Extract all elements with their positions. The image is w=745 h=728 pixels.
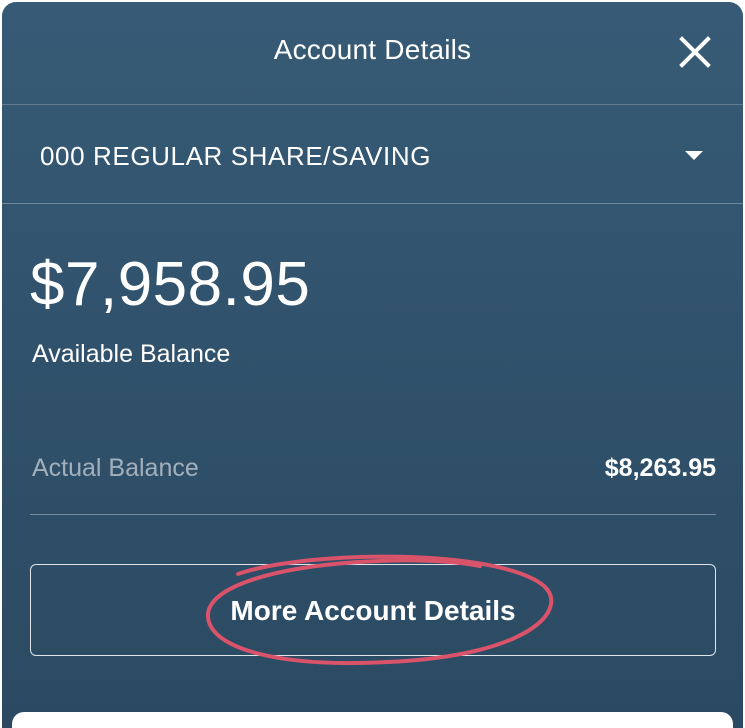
actual-balance-row: Actual Balance $8,263.95 [30,442,716,515]
available-balance-amount: $7,958.95 [30,250,311,319]
actual-balance-label: Actual Balance [32,454,199,482]
close-button[interactable] [669,26,721,78]
close-icon [679,36,711,68]
bottom-card-edge [12,712,733,728]
modal-title: Account Details [273,34,472,65]
selected-account-label: 000 REGULAR SHARE/SAVING [40,141,432,171]
modal-header: Account Details [2,2,743,105]
account-selector-dropdown[interactable]: 000 REGULAR SHARE/SAVING [2,105,743,204]
more-account-details-label: More Account Details [230,595,516,626]
screen: Account Details 000 REGULAR SHARE/SAVING… [0,0,745,728]
more-account-details-button[interactable]: More Account Details [30,564,716,656]
account-details-modal: Account Details 000 REGULAR SHARE/SAVING… [2,2,743,728]
actual-balance-amount: $8,263.95 [604,454,716,482]
caret-down-icon [685,151,703,160]
available-balance-label: Available Balance [32,340,231,368]
